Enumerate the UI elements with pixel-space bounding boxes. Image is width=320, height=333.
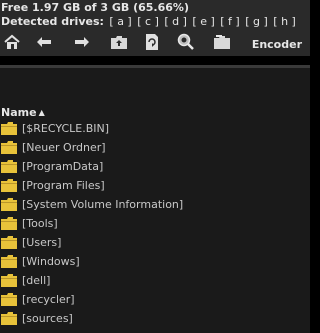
list-item[interactable]: [sources] <box>0 310 310 329</box>
search-icon <box>177 33 194 50</box>
folder-icon <box>1 160 17 173</box>
divider <box>0 56 310 65</box>
folder-icon <box>1 141 17 154</box>
folder-icon <box>1 198 17 211</box>
drive-f[interactable]: [ f ] <box>220 15 239 28</box>
name-column-header[interactable]: Name ▲ <box>1 106 45 119</box>
folder-icon <box>1 274 17 287</box>
free-space-status: Free 1.97 GB of 3 GB (65.66%) <box>1 1 189 14</box>
back-button[interactable] <box>34 32 54 52</box>
home-icon <box>4 34 20 49</box>
folder-icon <box>1 312 17 325</box>
folder-name: [Tools] <box>22 217 58 230</box>
list-item[interactable]: [$RECYCLE.BIN] <box>0 120 310 139</box>
encoder-button[interactable]: Encoder <box>252 38 302 51</box>
list-item[interactable]: [Neuer Ordner] <box>0 139 310 158</box>
folder-name: [Neuer Ordner] <box>22 141 106 154</box>
list-item[interactable]: [Program Files] <box>0 177 310 196</box>
drive-a[interactable]: [ a ] <box>109 15 131 28</box>
folder-name: [System Volume Information] <box>22 198 184 211</box>
folder-icon <box>1 293 17 306</box>
list-item[interactable]: [Windows] <box>0 253 310 272</box>
folder-icon <box>1 217 17 230</box>
drive-c[interactable]: [ c ] <box>137 15 159 28</box>
search-button[interactable] <box>176 32 196 52</box>
list-item[interactable]: [ProgramData] <box>0 158 310 177</box>
toolbar: Encoder <box>0 30 310 54</box>
folder-name: [Windows] <box>22 255 80 268</box>
parent-folder-button[interactable] <box>109 32 129 52</box>
folder-icon <box>1 236 17 249</box>
refresh-icon <box>146 34 158 50</box>
folder-name: [ProgramData] <box>22 160 104 173</box>
parent-folder-icon <box>111 36 127 49</box>
list-item[interactable]: [dell] <box>0 272 310 291</box>
sort-ascending-icon: ▲ <box>38 108 45 117</box>
folder-name: [sources] <box>22 312 73 325</box>
drive-h[interactable]: [ h ] <box>273 15 296 28</box>
folder-name: [dell] <box>22 274 51 287</box>
forward-button[interactable] <box>72 32 92 52</box>
list-item[interactable]: [System Volume Information] <box>0 196 310 215</box>
new-folder-icon <box>214 35 230 49</box>
back-icon <box>37 37 51 47</box>
folder-icon <box>1 122 17 135</box>
folder-icon <box>1 179 17 192</box>
forward-icon <box>75 37 89 47</box>
top-panel: Free 1.97 GB of 3 GB (65.66%) Detected d… <box>0 0 310 56</box>
drive-g[interactable]: [ g ] <box>245 15 268 28</box>
refresh-button[interactable] <box>142 32 162 52</box>
list-item[interactable]: [recycler] <box>0 291 310 310</box>
folder-icon <box>1 255 17 268</box>
drives-label: Detected drives: <box>1 15 104 28</box>
home-button[interactable] <box>2 32 22 52</box>
detected-drives: Detected drives: [ a ] [ c ] [ d ] [ e ]… <box>1 15 296 28</box>
drive-d[interactable]: [ d ] <box>164 15 187 28</box>
folder-name: [Users] <box>22 236 62 249</box>
list-item[interactable]: [Tools] <box>0 215 310 234</box>
name-header-label: Name <box>1 106 37 119</box>
folder-name: [Program Files] <box>22 179 105 192</box>
folder-name: [$RECYCLE.BIN] <box>22 122 110 135</box>
list-item[interactable]: [Users] <box>0 234 310 253</box>
new-folder-button[interactable] <box>212 32 232 52</box>
folder-name: [recycler] <box>22 293 75 306</box>
drive-e[interactable]: [ e ] <box>192 15 214 28</box>
